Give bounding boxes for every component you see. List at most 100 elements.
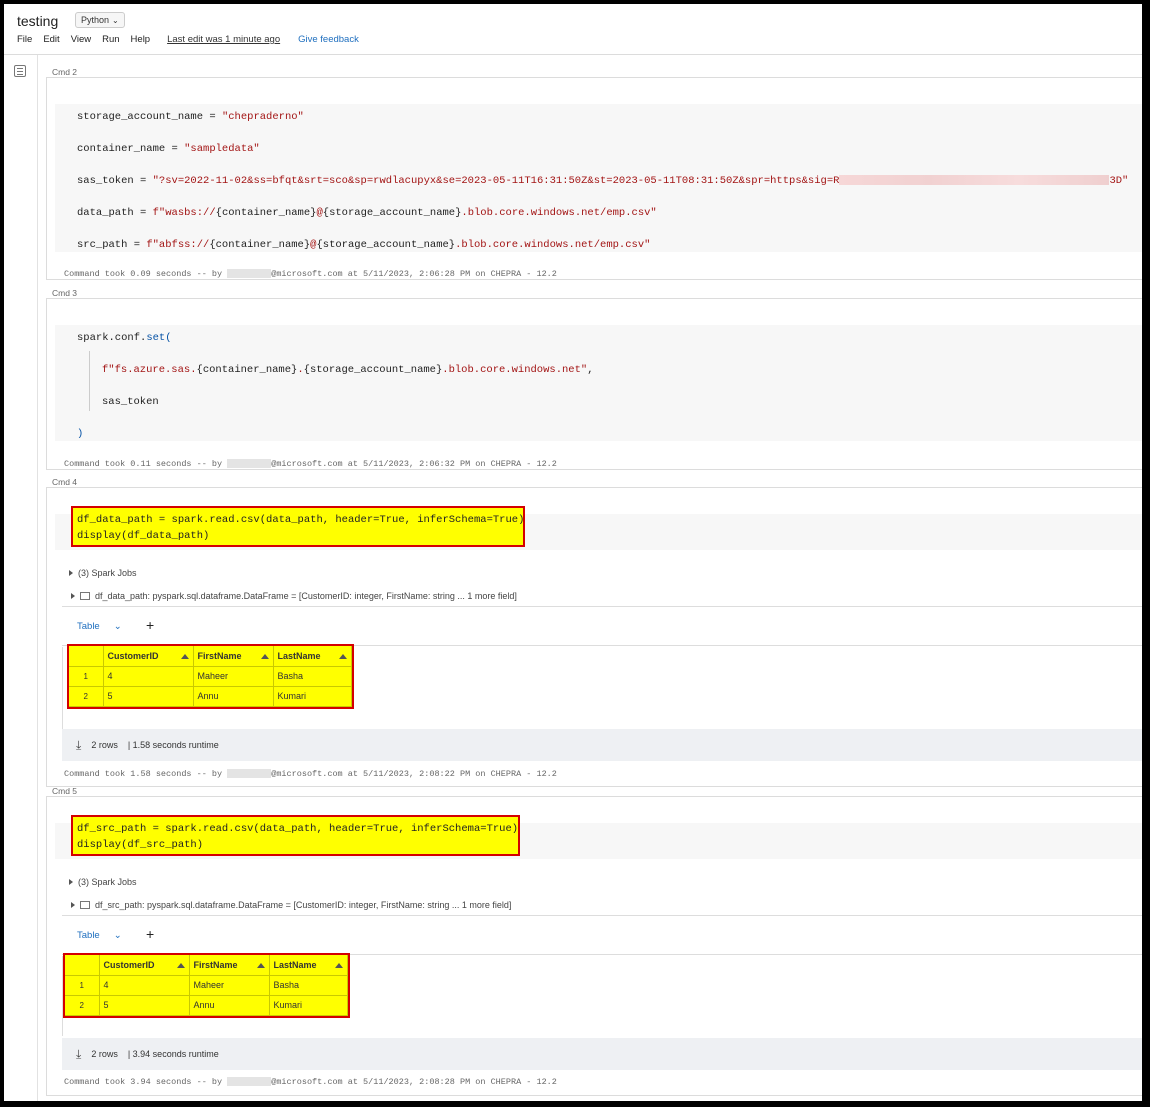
- row-count: 2 rows: [91, 1049, 118, 1059]
- column-header-customerid[interactable]: CustomerID: [99, 955, 190, 976]
- notebook-window: testing Python ⌄ File Edit View Run Help…: [4, 4, 1142, 1101]
- column-header-firstname[interactable]: FirstName: [193, 646, 274, 667]
- spark-jobs-toggle[interactable]: (3) Spark Jobs: [69, 568, 137, 578]
- menu-help[interactable]: Help: [131, 34, 151, 45]
- table-of-contents-icon[interactable]: [14, 65, 26, 77]
- table-cell[interactable]: 4: [99, 975, 190, 996]
- sort-icon[interactable]: [260, 653, 269, 659]
- menu-view[interactable]: View: [71, 34, 91, 45]
- table-cell[interactable]: Kumari: [273, 686, 352, 707]
- sort-icon[interactable]: [180, 653, 189, 659]
- spark-jobs-label: (3) Spark Jobs: [78, 877, 137, 887]
- redacted-user: [227, 769, 272, 779]
- notebook-cell-cmd3[interactable]: spark.conf.set( f"fs.azure.sas.{containe…: [46, 298, 1142, 470]
- table-cell[interactable]: Annu: [193, 686, 274, 707]
- redacted-user: [227, 1077, 272, 1087]
- menu-bar: File Edit View Run Help Last edit was 1 …: [17, 34, 370, 45]
- result-footer: ⤓ 2 rows | 3.94 seconds runtime: [62, 1038, 1142, 1070]
- cmd-label: Cmd 4: [52, 477, 78, 487]
- redacted-signature: [839, 175, 1110, 186]
- tab-table[interactable]: Table ⌄: [77, 930, 122, 941]
- table-cell[interactable]: Maheer: [189, 975, 270, 996]
- column-header-firstname[interactable]: FirstName: [189, 955, 270, 976]
- code-line: display(df_data_path): [77, 530, 210, 542]
- row-count: 2 rows: [91, 740, 118, 750]
- table-cell[interactable]: 5: [103, 686, 194, 707]
- code-line: display(df_src_path): [77, 839, 204, 851]
- tab-table-label: Table: [77, 930, 100, 941]
- code-line: container_name = "sampledata": [77, 143, 260, 155]
- code-line: storage_account_name = "chepraderno": [77, 111, 304, 123]
- code-line: data_path = f"wasbs://{container_name}@{…: [77, 207, 657, 219]
- dataframe-schema-toggle[interactable]: df_data_path: pyspark.sql.dataframe.Data…: [71, 591, 517, 601]
- table-cell[interactable]: 4: [103, 666, 194, 687]
- language-selector[interactable]: Python ⌄: [75, 12, 125, 28]
- sort-icon[interactable]: [338, 653, 347, 659]
- code-editor[interactable]: [55, 325, 1142, 441]
- table-cell[interactable]: 5: [99, 995, 190, 1016]
- result-grid: CustomerID FirstName LastName 1 4 Maheer…: [62, 953, 1142, 1036]
- menu-file[interactable]: File: [17, 34, 32, 45]
- result-footer: ⤓ 2 rows | 1.58 seconds runtime: [62, 729, 1142, 761]
- notebook-title[interactable]: testing: [17, 13, 58, 29]
- cmd-label: Cmd 2: [52, 67, 78, 77]
- dataframe-table-icon: [80, 592, 90, 600]
- sort-icon[interactable]: [176, 962, 185, 968]
- notebook-cell-cmd2[interactable]: storage_account_name = "chepraderno" con…: [46, 77, 1142, 280]
- dataframe-table-icon: [80, 901, 90, 909]
- dataframe-schema-label: df_src_path: pyspark.sql.dataframe.DataF…: [95, 900, 512, 910]
- dataframe-schema-toggle[interactable]: df_src_path: pyspark.sql.dataframe.DataF…: [71, 900, 511, 910]
- data-table: CustomerID FirstName LastName 1 4 Maheer…: [69, 646, 352, 707]
- indent-guide: [89, 351, 90, 411]
- column-header-customerid[interactable]: CustomerID: [103, 646, 194, 667]
- add-tab-icon[interactable]: +: [146, 617, 154, 633]
- code-line: df_src_path = spark.read.csv(data_path, …: [77, 823, 519, 835]
- download-icon[interactable]: ⤓: [76, 1047, 81, 1062]
- expand-triangle-icon: [69, 879, 73, 885]
- download-icon[interactable]: ⤓: [76, 738, 81, 753]
- table-header-row: CustomerID FirstName LastName: [65, 955, 348, 976]
- add-tab-icon[interactable]: +: [146, 926, 154, 942]
- command-status: Command took 0.11 seconds -- by @microso…: [64, 459, 557, 469]
- code-line: f"fs.azure.sas.{container_name}.{storage…: [102, 364, 594, 376]
- menu-edit[interactable]: Edit: [43, 34, 59, 45]
- row-number-header: [65, 955, 100, 976]
- notebook-cell-cmd5[interactable]: df_src_path = spark.read.csv(data_path, …: [46, 796, 1142, 1096]
- chevron-down-icon: ⌄: [112, 15, 119, 25]
- code-line: sas_token: [102, 396, 159, 408]
- table-cell[interactable]: Basha: [273, 666, 352, 687]
- language-label: Python: [81, 15, 110, 25]
- sort-icon[interactable]: [334, 962, 343, 968]
- annotation-highlight: CustomerID FirstName LastName 1 4 Maheer…: [67, 644, 354, 709]
- expand-triangle-icon: [71, 593, 75, 599]
- chevron-down-icon[interactable]: ⌄: [114, 621, 122, 632]
- header-divider: [4, 54, 1142, 55]
- spark-jobs-toggle[interactable]: (3) Spark Jobs: [69, 877, 137, 887]
- last-edit-link[interactable]: Last edit was 1 minute ago: [167, 34, 280, 45]
- chevron-down-icon[interactable]: ⌄: [114, 930, 122, 941]
- notebook-cell-cmd4[interactable]: df_data_path = spark.read.csv(data_path,…: [46, 487, 1142, 787]
- tab-table-label: Table: [77, 621, 100, 632]
- tab-table[interactable]: Table ⌄: [77, 621, 122, 632]
- table-row: 2 5 Annu Kumari: [69, 686, 352, 707]
- result-grid: CustomerID FirstName LastName 1 4 Maheer…: [62, 644, 1142, 729]
- row-number: 2: [65, 995, 100, 1016]
- table-row: 1 4 Maheer Basha: [69, 666, 352, 687]
- table-cell[interactable]: Kumari: [269, 995, 348, 1016]
- column-header-lastname[interactable]: LastName: [273, 646, 352, 667]
- annotation-highlight: df_src_path = spark.read.csv(data_path, …: [71, 815, 520, 856]
- sort-icon[interactable]: [256, 962, 265, 968]
- table-cell[interactable]: Basha: [269, 975, 348, 996]
- give-feedback-link[interactable]: Give feedback: [298, 34, 359, 45]
- menu-run[interactable]: Run: [102, 34, 119, 45]
- code-line: src_path = f"abfss://{container_name}@{s…: [77, 239, 651, 251]
- spark-jobs-label: (3) Spark Jobs: [78, 568, 137, 578]
- dataframe-schema-label: df_data_path: pyspark.sql.dataframe.Data…: [95, 591, 517, 601]
- expand-triangle-icon: [71, 902, 75, 908]
- row-number: 1: [65, 975, 100, 996]
- table-cell[interactable]: Annu: [189, 995, 270, 1016]
- column-header-lastname[interactable]: LastName: [269, 955, 348, 976]
- code-line: ): [77, 428, 84, 440]
- table-cell[interactable]: Maheer: [193, 666, 274, 687]
- table-row: 2 5 Annu Kumari: [65, 995, 348, 1016]
